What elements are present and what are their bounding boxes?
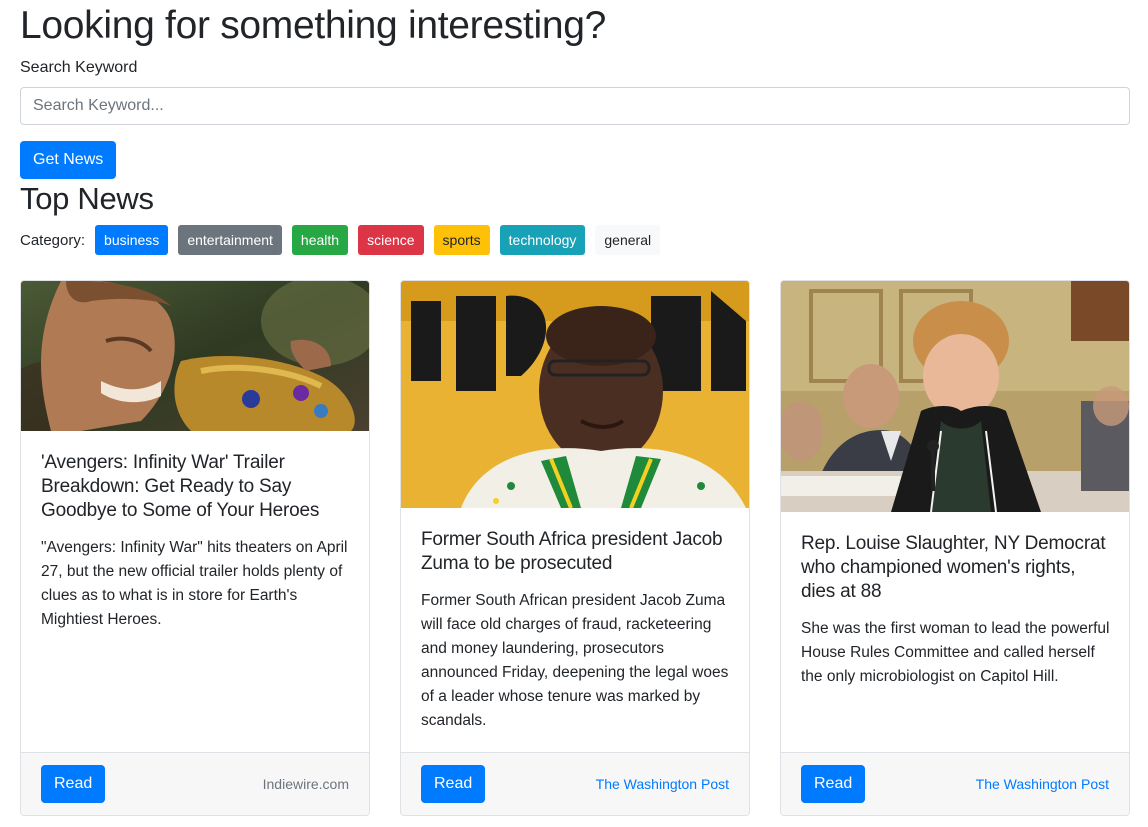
card-title[interactable]: 'Avengers: Infinity War' Trailer Breakdo… bbox=[41, 451, 351, 523]
category-entertainment[interactable]: entertainment bbox=[178, 225, 282, 255]
read-button[interactable]: Read bbox=[801, 765, 866, 803]
photo-avengers-icon bbox=[21, 281, 369, 431]
read-button[interactable]: Read bbox=[41, 765, 106, 803]
category-health[interactable]: health bbox=[291, 225, 349, 255]
card-title[interactable]: Rep. Louise Slaughter, NY Democrat who c… bbox=[801, 532, 1111, 604]
category-business[interactable]: business bbox=[95, 225, 169, 255]
photo-slaughter-icon bbox=[781, 281, 1129, 512]
card-description: Former South African president Jacob Zum… bbox=[421, 592, 729, 729]
get-news-button[interactable]: Get News bbox=[20, 141, 117, 179]
news-card: Rep. Louise Slaughter, NY Democrat who c… bbox=[780, 280, 1130, 816]
card-footer: Read Indiewire.com bbox=[21, 752, 369, 815]
top-news-heading: Top News bbox=[20, 181, 154, 216]
search-input[interactable] bbox=[20, 87, 1130, 125]
category-technology[interactable]: technology bbox=[499, 225, 586, 255]
search-label: Search Keyword bbox=[20, 59, 138, 76]
news-card: Former South Africa president Jacob Zuma… bbox=[400, 280, 750, 816]
category-sports[interactable]: sports bbox=[433, 225, 490, 255]
page-title: Looking for something interesting? bbox=[20, 4, 606, 47]
card-footer: Read The Washington Post bbox=[401, 752, 749, 815]
category-filter: Category: business entertainment health … bbox=[20, 225, 670, 255]
source-label: Indiewire.com bbox=[262, 776, 349, 792]
category-science[interactable]: science bbox=[358, 225, 424, 255]
source-link[interactable]: The Washington Post bbox=[976, 775, 1109, 793]
photo-zuma-icon bbox=[401, 281, 749, 508]
read-button[interactable]: Read bbox=[421, 765, 486, 803]
news-card: 'Avengers: Infinity War' Trailer Breakdo… bbox=[20, 280, 370, 816]
source-link[interactable]: The Washington Post bbox=[596, 775, 729, 793]
category-general[interactable]: general bbox=[595, 225, 661, 255]
category-label: Category: bbox=[20, 231, 86, 249]
card-footer: Read The Washington Post bbox=[781, 752, 1129, 815]
card-title[interactable]: Former South Africa president Jacob Zuma… bbox=[421, 528, 731, 576]
card-description: "Avengers: Infinity War" hits theaters o… bbox=[41, 539, 348, 628]
card-description: She was the first woman to lead the powe… bbox=[801, 620, 1110, 685]
